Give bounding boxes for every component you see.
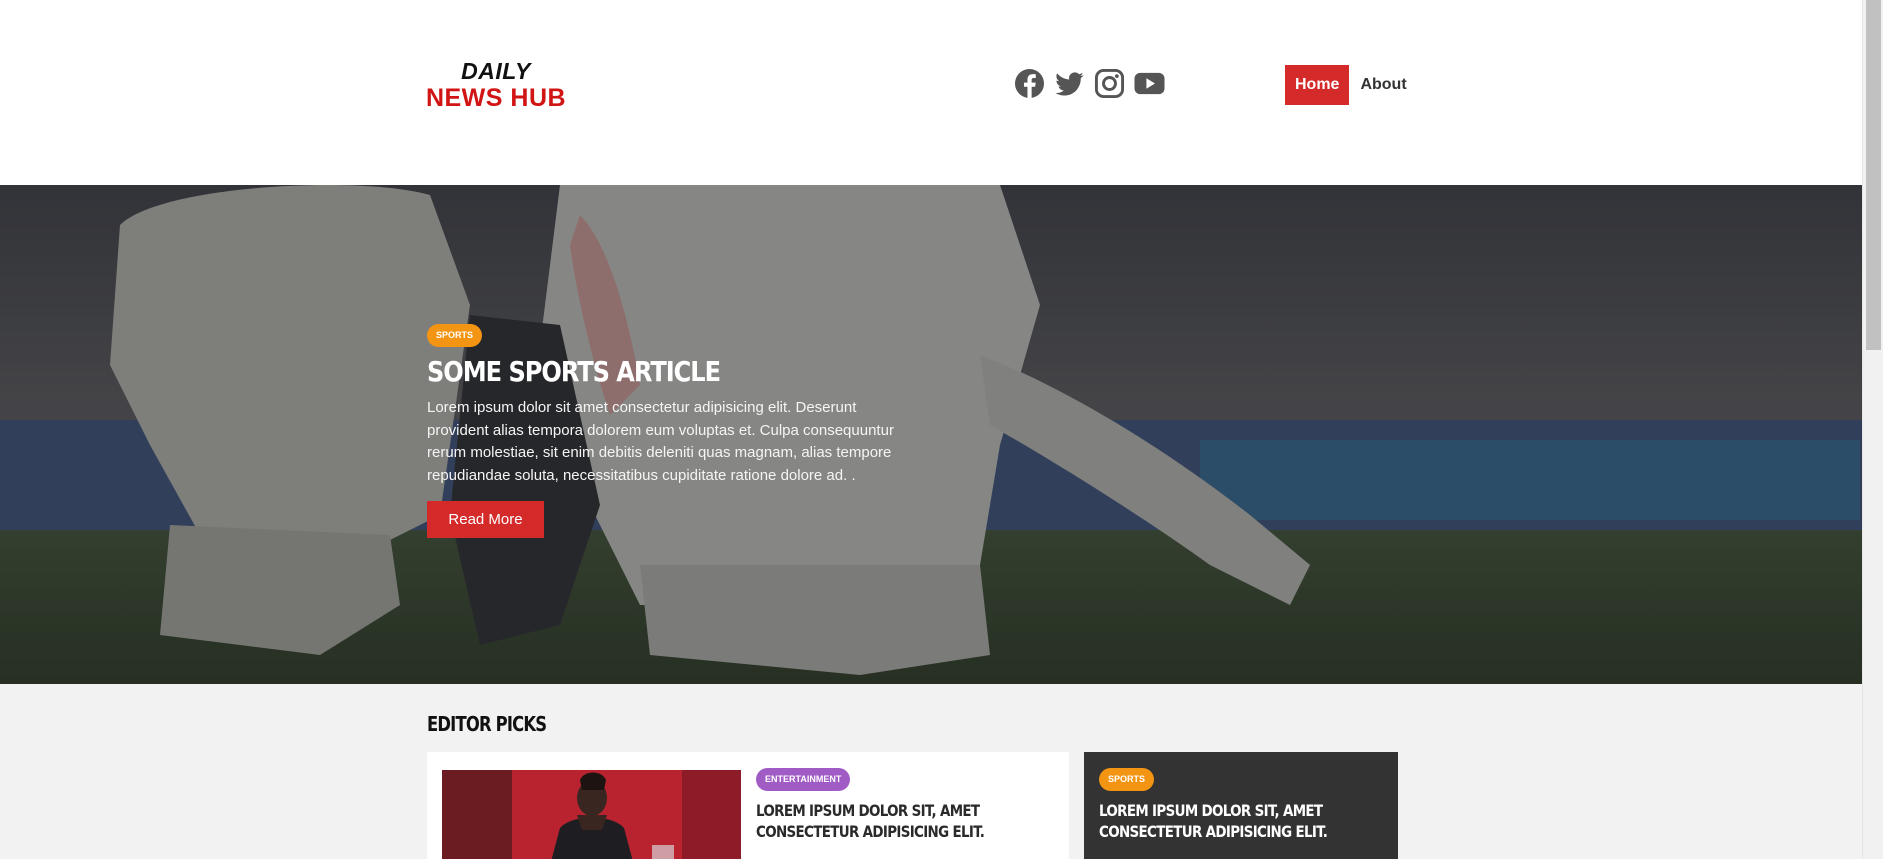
editor-picks-title: Editor Picks bbox=[427, 712, 547, 736]
logo-line-daily: DAILY bbox=[461, 58, 531, 84]
entertainment-badge[interactable]: ENTERTAINMENT bbox=[756, 768, 851, 791]
site-logo[interactable]: DAILY NEWS HUB bbox=[424, 58, 568, 113]
hero-section: SPORTS Some Sports Article Lorem ipsum d… bbox=[0, 185, 1862, 684]
editor-pick-card-main[interactable]: ENTERTAINMENT Lorem ipsum dolor sit, ame… bbox=[427, 752, 1069, 859]
hero-content: SPORTS Some Sports Article Lorem ipsum d… bbox=[427, 324, 897, 538]
scrollbar-thumb[interactable] bbox=[1866, 0, 1881, 350]
youtube-icon[interactable] bbox=[1134, 67, 1165, 99]
page: DAILY NEWS HUB Home About SPORTS SOME SP… bbox=[0, 0, 1883, 859]
hero-title[interactable]: Some Sports Article bbox=[427, 355, 831, 389]
editor-pick-side-title[interactable]: Lorem ipsum dolor sit, amet consectetur … bbox=[1099, 800, 1368, 842]
hero-category-badge[interactable]: SPORTS bbox=[427, 324, 483, 347]
editor-pick-main-body: ENTERTAINMENT Lorem ipsum dolor sit, ame… bbox=[756, 768, 1056, 842]
instagram-icon[interactable] bbox=[1094, 67, 1125, 99]
nav-home[interactable]: Home bbox=[1285, 65, 1350, 105]
main-nav: Home About bbox=[1285, 65, 1418, 105]
page-scrollbar[interactable] bbox=[1862, 0, 1883, 859]
hero-background-image bbox=[0, 185, 1862, 684]
hero-excerpt: Lorem ipsum dolor sit amet consectetur a… bbox=[427, 399, 894, 484]
editor-pick-side-body: SPORTS Lorem ipsum dolor sit, amet conse… bbox=[1099, 768, 1389, 842]
logo-line-news-hub: NEWS HUB bbox=[425, 84, 567, 113]
read-more-button[interactable]: Read More bbox=[427, 501, 544, 538]
editor-pick-thumbnail[interactable] bbox=[442, 770, 741, 859]
nav-about[interactable]: About bbox=[1349, 65, 1417, 105]
sports-badge[interactable]: SPORTS bbox=[1099, 768, 1155, 791]
editor-pick-card-side[interactable]: SPORTS Lorem ipsum dolor sit, amet conse… bbox=[1084, 752, 1398, 859]
editor-pick-main-title[interactable]: Lorem ipsum dolor sit, amet consectetur … bbox=[756, 800, 1033, 842]
social-links bbox=[1014, 67, 1165, 99]
twitter-icon[interactable] bbox=[1054, 67, 1085, 99]
facebook-icon[interactable] bbox=[1014, 67, 1045, 99]
site-header: DAILY NEWS HUB Home About bbox=[0, 0, 1862, 185]
